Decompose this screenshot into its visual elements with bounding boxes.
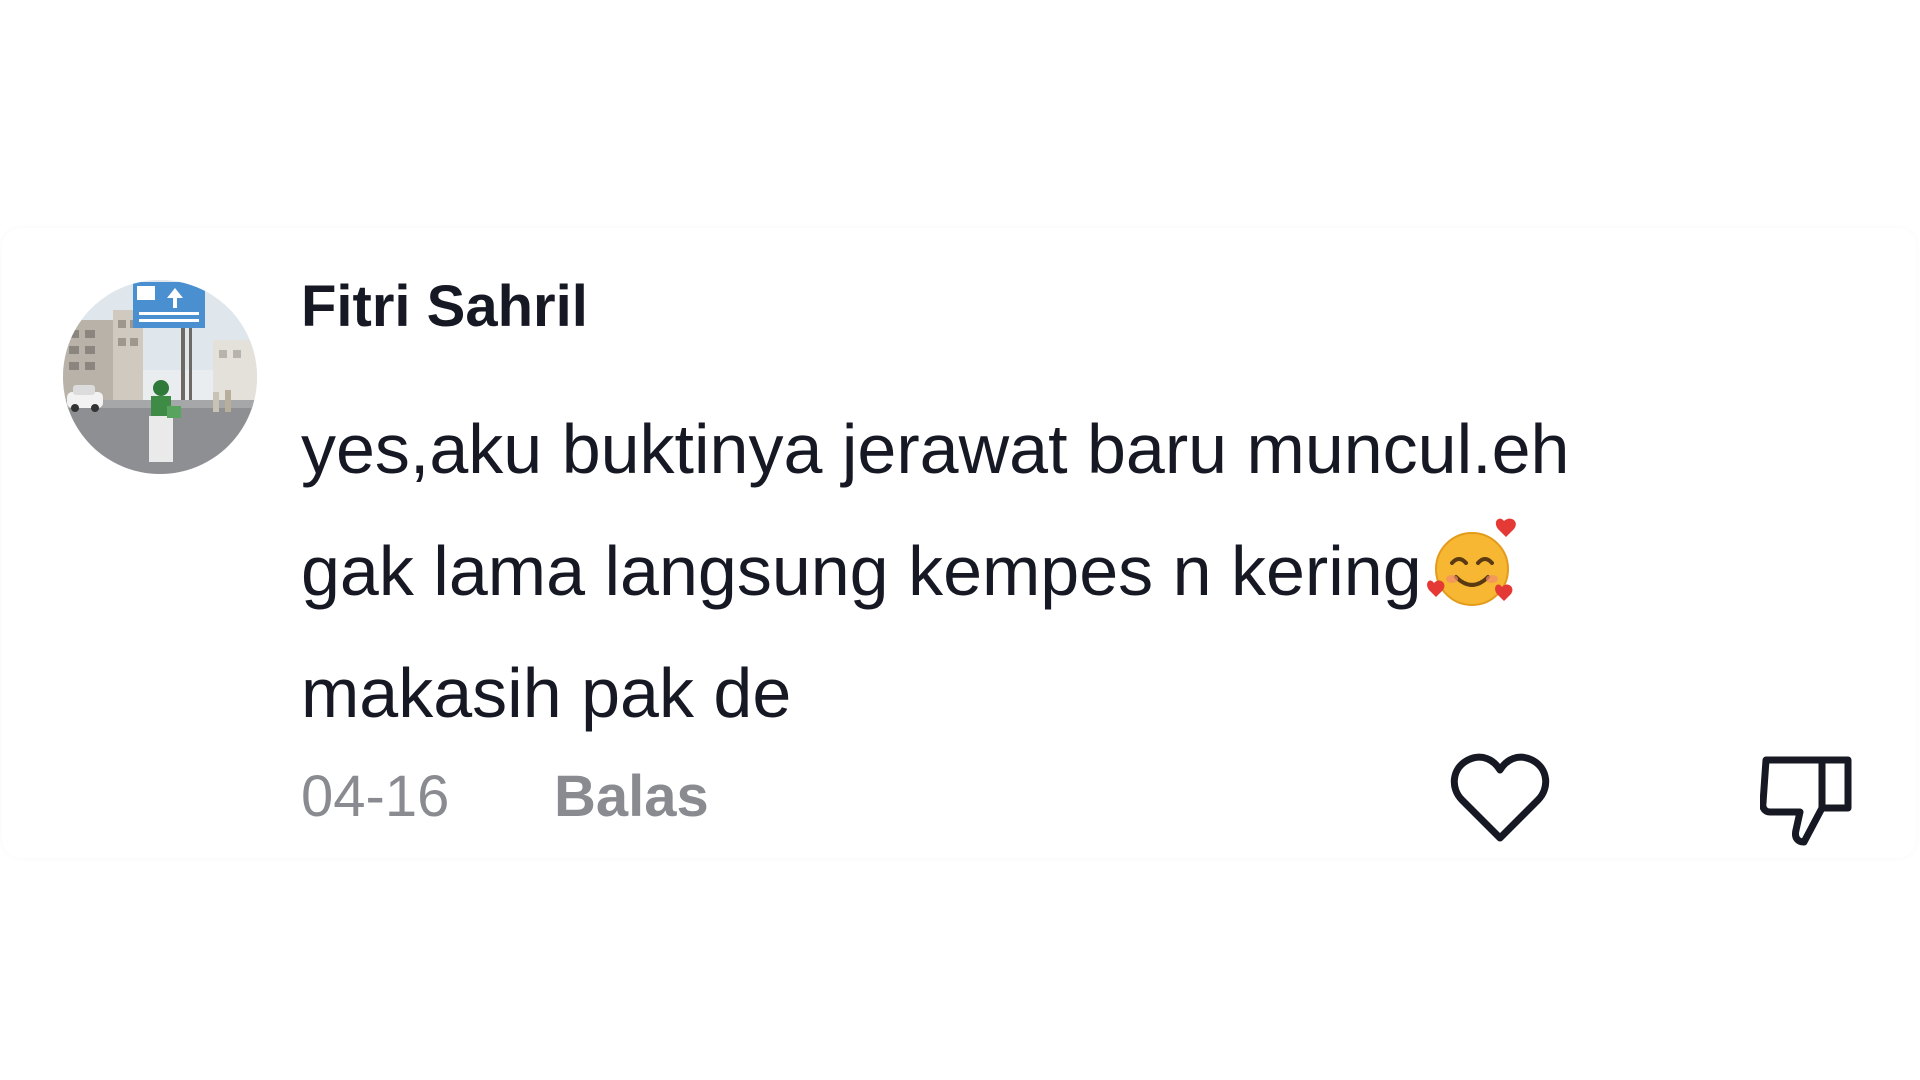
comment-username[interactable]: Fitri Sahril bbox=[301, 274, 588, 340]
comment-line: yes,aku buktinya jerawat baru muncul.eh bbox=[301, 410, 1570, 488]
user-avatar[interactable] bbox=[63, 280, 257, 474]
comment-date: 04-16 bbox=[301, 764, 450, 829]
thumbs-down-outline-icon bbox=[1760, 756, 1852, 846]
avatar-photo bbox=[63, 280, 257, 474]
comment-line-text: gak lama langsung kempes n kering bbox=[301, 532, 1422, 610]
like-button[interactable] bbox=[1450, 752, 1550, 844]
comment-line-with-emoji: gak lama langsung kempes n kering bbox=[301, 510, 1861, 632]
comment-line: makasih pak de bbox=[301, 654, 792, 732]
smiling-face-with-hearts-icon bbox=[1424, 517, 1520, 613]
dislike-button[interactable] bbox=[1760, 750, 1854, 848]
comment-body: yes,aku buktinya jerawat baru muncul.eh … bbox=[301, 388, 1861, 754]
reply-button[interactable]: Balas bbox=[554, 764, 709, 830]
heart-outline-icon bbox=[1450, 753, 1550, 842]
